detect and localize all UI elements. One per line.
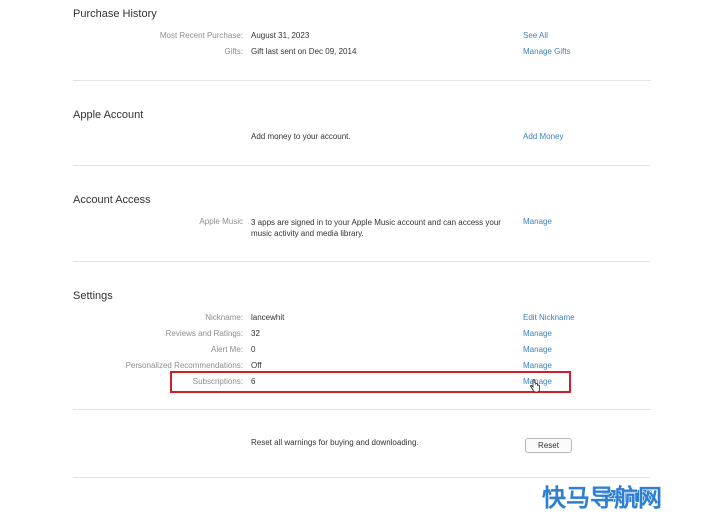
- add-money-value: Add money to your account.: [251, 132, 351, 141]
- account-access-manage-link[interactable]: Manage: [523, 217, 552, 226]
- watermark-text: 快马导航网: [542, 484, 662, 512]
- personalized-recommendations-value: Off: [251, 361, 262, 370]
- personalized-recommendations-label: Personalized Recommendations:: [125, 361, 243, 370]
- apple-music-label: Apple Music: [199, 217, 243, 226]
- reset-warnings-text: Reset all warnings for buying and downlo…: [251, 438, 419, 447]
- manage-gifts-link[interactable]: Manage Gifts: [523, 47, 571, 56]
- settings-title: Settings: [73, 290, 113, 302]
- account-access-title: Account Access: [73, 194, 151, 206]
- nickname-value: lancewhit: [251, 313, 285, 322]
- reviews-manage-link[interactable]: Manage: [523, 329, 552, 338]
- hand-cursor-icon: [530, 379, 540, 393]
- watermark-logo: 快马导航网: [541, 483, 662, 512]
- divider: [73, 477, 651, 478]
- apple-account-title: Apple Account: [73, 109, 144, 121]
- apple-music-value: 3 apps are signed in to your Apple Music…: [251, 218, 501, 238]
- nickname-label: Nickname:: [205, 313, 243, 322]
- reset-button[interactable]: Reset: [525, 438, 572, 453]
- divider: [73, 80, 651, 81]
- purchase-history-title: Purchase History: [73, 8, 157, 20]
- reviews-ratings-value: 32: [251, 329, 260, 338]
- divider: [73, 409, 651, 410]
- gifts-value: Gift last sent on Dec 09, 2014: [251, 47, 357, 56]
- most-recent-purchase-label: Most Recent Purchase:: [159, 31, 243, 40]
- divider: [73, 165, 651, 166]
- alert-me-value: 0: [251, 345, 256, 354]
- most-recent-purchase-value: August 31, 2023: [251, 31, 310, 40]
- subscriptions-highlight-box: [170, 371, 571, 393]
- gifts-label: Gifts:: [224, 47, 243, 56]
- divider: [73, 261, 651, 262]
- alert-me-label: Alert Me:: [210, 345, 243, 354]
- recommendations-manage-link[interactable]: Manage: [523, 361, 552, 370]
- reviews-ratings-label: Reviews and Ratings:: [165, 329, 243, 338]
- edit-nickname-link[interactable]: Edit Nickname: [523, 313, 575, 322]
- see-all-link[interactable]: See All: [523, 31, 548, 40]
- add-money-link[interactable]: Add Money: [523, 132, 563, 141]
- alert-me-manage-link[interactable]: Manage: [523, 345, 552, 354]
